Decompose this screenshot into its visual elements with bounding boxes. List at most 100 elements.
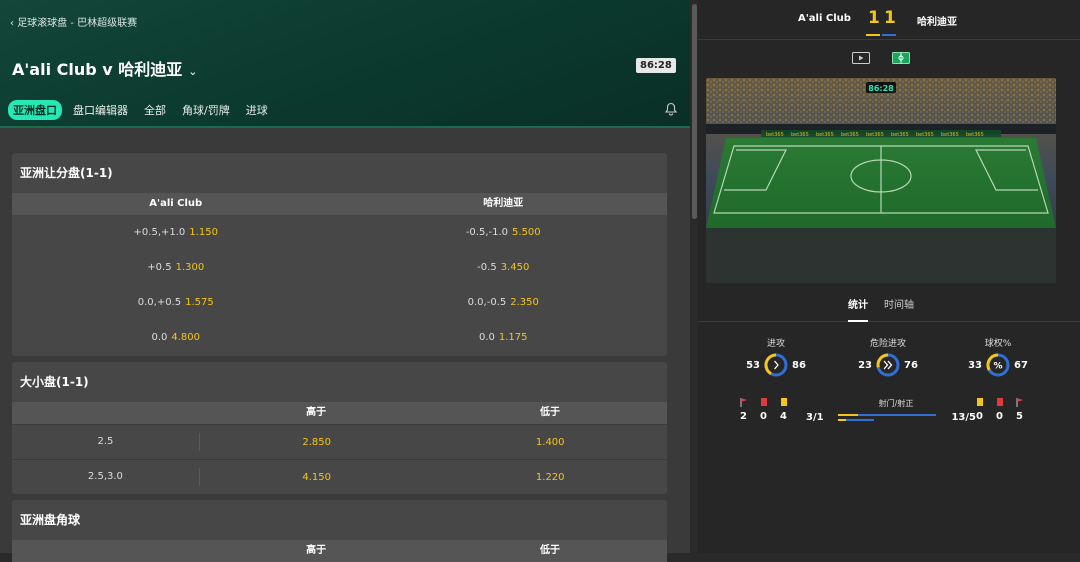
- away-value: 67: [1014, 359, 1028, 371]
- markets-panel: ‹ 足球滚球盘 - 巴林超级联赛 A'ali Club v 哈利迪亚 ⌄ 86:2…: [0, 0, 690, 562]
- scrollbar-thumb[interactable]: [692, 4, 697, 219]
- away-team-name: 哈利迪亚: [917, 17, 957, 28]
- stat-label: 危险进攻: [869, 339, 906, 349]
- chevron-down-icon[interactable]: ⌄: [188, 65, 197, 78]
- tab-all[interactable]: 全部: [139, 100, 171, 120]
- handicap-line: 0.0,+0.5: [137, 297, 182, 308]
- match-title-text[interactable]: A'ali Club v 哈利迪亚: [12, 60, 182, 79]
- home-value: 23: [858, 359, 872, 371]
- ad-board-text: bet365: [966, 132, 984, 138]
- yellow-card-icon: [977, 398, 983, 406]
- match-title[interactable]: A'ali Club v 哈利迪亚 ⌄: [12, 56, 197, 80]
- handicap-line: +0.5,+1.0: [133, 227, 186, 238]
- odds-button[interactable]: 0.0,-0.5 2.350: [340, 297, 668, 308]
- scoreboard: A'ali Club 1 1 哈利迪亚: [698, 0, 1080, 40]
- market-title[interactable]: 亚洲让分盘(1-1): [12, 153, 667, 193]
- red-card-icon: [761, 398, 767, 406]
- odds-row: 0.0 4.800 0.0 1.175: [12, 320, 667, 355]
- tab-asian-lines[interactable]: 亚洲盘口: [8, 100, 62, 120]
- away-score: 1: [884, 8, 896, 28]
- breadcrumb[interactable]: ‹ 足球滚球盘 - 巴林超级联赛: [10, 14, 137, 29]
- home-yellow-cards: 4: [779, 411, 787, 422]
- line-header: [12, 402, 199, 424]
- away-color-bar: [882, 34, 896, 36]
- stadium-graphic: bet365 bet365 bet365 bet365 bet365 bet36…: [706, 78, 1056, 283]
- home-team-header: A'ali Club: [149, 198, 203, 209]
- home-value: 53: [746, 359, 760, 371]
- odds-price: 1.575: [185, 297, 214, 308]
- asian-handicap-market: 亚洲让分盘(1-1) A'ali Club 哈利迪亚 +0.5,+1.0 1.15…: [12, 153, 667, 356]
- odds-row: 2.5 2.850 1.400: [12, 424, 667, 459]
- odds-button[interactable]: 0.0 4.800: [12, 332, 340, 343]
- odds-price: 1.150: [189, 227, 218, 238]
- live-pitch-visualization: bet365 bet365 bet365 bet365 bet365 bet36…: [706, 78, 1056, 283]
- odds-button[interactable]: +0.5 1.300: [12, 262, 340, 273]
- over-odds-button[interactable]: 4.150: [200, 472, 434, 483]
- odds-price: 1.300: [175, 262, 205, 273]
- live-match-panel: A'ali Club 1 1 哈利迪亚 bet365 bet365 bet365…: [698, 0, 1080, 553]
- odds-button[interactable]: -0.5,-1.0 5.500: [340, 227, 668, 238]
- chevron-right-icon: [774, 360, 779, 370]
- home-score: 1: [868, 8, 880, 28]
- home-value: 33: [968, 359, 982, 371]
- tab-timeline[interactable]: 时间轴: [884, 296, 914, 311]
- away-team-header: 哈利迪亚: [483, 198, 524, 209]
- breadcrumb-text[interactable]: 足球滚球盘 - 巴林超级联赛: [17, 18, 137, 29]
- match-header: ‹ 足球滚球盘 - 巴林超级联赛 A'ali Club v 哈利迪亚 ⌄ 86:2…: [0, 0, 690, 128]
- odds-row: 2.5,3.0 4.150 1.220: [12, 459, 667, 494]
- total-line: 2.5: [12, 433, 200, 451]
- bell-icon[interactable]: [664, 102, 678, 116]
- media-toggle: [852, 52, 910, 64]
- away-value: 76: [904, 359, 918, 371]
- odds-price: 1.175: [498, 332, 528, 343]
- odds-button[interactable]: 0.0 1.175: [340, 332, 668, 343]
- under-odds-button[interactable]: 1.400: [433, 437, 667, 448]
- home-red-cards: 0: [759, 411, 767, 422]
- dangerous-attacks-stat: 危险进攻 23 76: [838, 336, 938, 377]
- handicap-line: -0.5,-1.0: [465, 227, 509, 238]
- line-header: [12, 540, 199, 562]
- match-clock: 86:28: [636, 58, 676, 73]
- tab-goals[interactable]: 进球: [241, 100, 273, 120]
- over-header: 高于: [306, 407, 327, 418]
- ad-board-text: bet365: [891, 132, 909, 138]
- home-shots: 3/1: [806, 411, 824, 423]
- market-tabs: 亚洲盘口 盘口编辑器 全部 角球/罚牌 进球: [8, 100, 279, 120]
- red-card-icon: [997, 398, 1003, 406]
- odds-row: +0.5 1.300 -0.5 3.450: [12, 250, 667, 285]
- odds-button[interactable]: +0.5,+1.0 1.150: [12, 227, 340, 238]
- play-video-icon[interactable]: [852, 52, 870, 64]
- tab-bet-builder[interactable]: 盘口编辑器: [68, 100, 133, 120]
- away-red-cards: 0: [995, 411, 1003, 422]
- corner-flag-icon: [1016, 398, 1023, 407]
- over-odds-button[interactable]: 2.850: [200, 437, 434, 448]
- home-color-bar: [866, 34, 880, 36]
- pitch-view-icon[interactable]: [892, 52, 910, 64]
- shots-comparison-bars: [837, 414, 936, 421]
- odds-row: +0.5,+1.0 1.150 -0.5,-1.0 5.500: [12, 215, 667, 250]
- percent-icon: %: [993, 362, 1002, 372]
- under-header: 低于: [540, 545, 561, 556]
- column-header: A'ali Club 哈利迪亚: [12, 193, 667, 215]
- under-header: 低于: [540, 407, 561, 418]
- odds-price: 4.800: [171, 332, 201, 343]
- under-odds-button[interactable]: 1.220: [433, 472, 667, 483]
- stat-values: 23 76: [838, 353, 938, 377]
- odds-button[interactable]: -0.5 3.450: [340, 262, 668, 273]
- odds-price: 2.350: [510, 297, 539, 308]
- tab-corners-cards[interactable]: 角球/罚牌: [177, 100, 235, 120]
- ad-board-text: bet365: [791, 132, 809, 138]
- stat-values: 33 % 67: [948, 353, 1048, 377]
- handicap-line: 0.0,-0.5: [467, 297, 507, 308]
- home-corners: 2: [740, 411, 747, 422]
- home-team-name: A'ali Club: [798, 13, 851, 24]
- home-discipline: 2 0 4: [740, 398, 788, 422]
- ad-board-text: bet365: [766, 132, 784, 138]
- tab-stats[interactable]: 统计: [848, 296, 868, 311]
- handicap-line: 0.0: [478, 332, 495, 343]
- over-header: 高于: [306, 545, 327, 556]
- odds-button[interactable]: 0.0,+0.5 1.575: [12, 297, 340, 308]
- market-title[interactable]: 大小盘(1-1): [12, 362, 667, 402]
- market-title[interactable]: 亚洲盘角球: [12, 500, 667, 540]
- corner-flag-icon: [740, 398, 747, 407]
